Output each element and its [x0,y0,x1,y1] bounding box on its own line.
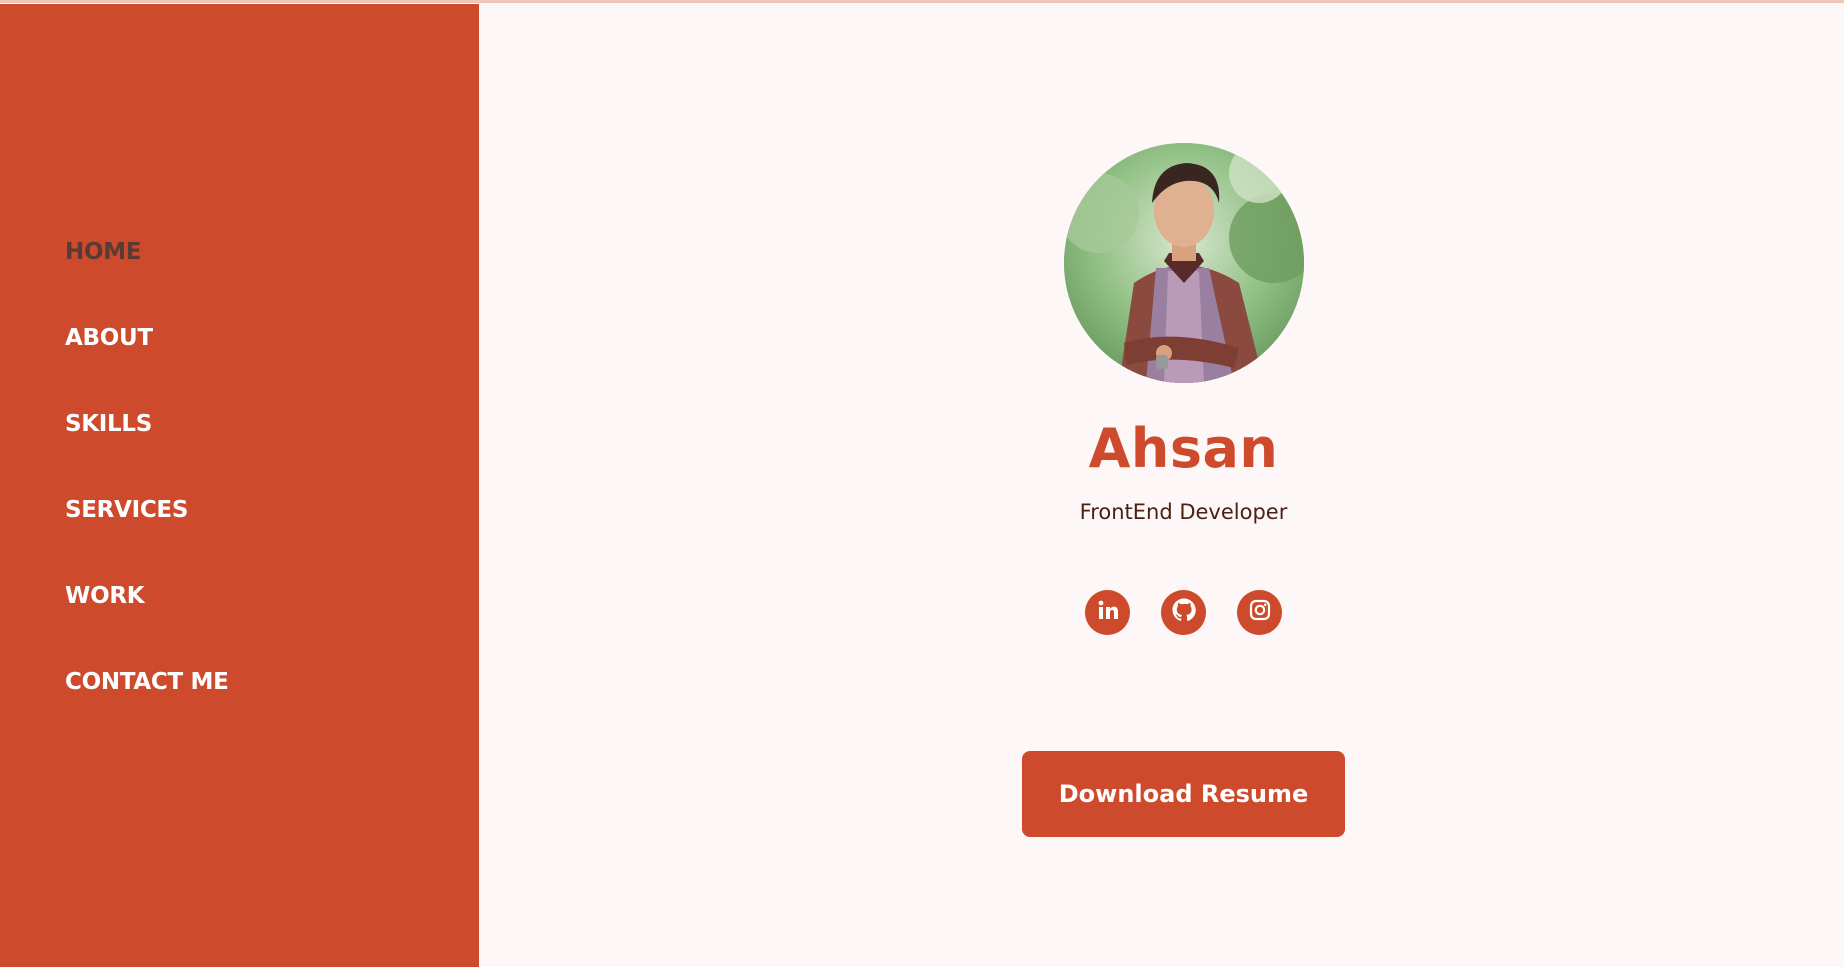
profile-photo [1064,143,1304,383]
sidebar: HOME ABOUT SKILLS SERVICES WORK CONTACT … [0,4,479,967]
nav-item-work[interactable]: WORK [65,581,229,667]
instagram-link[interactable] [1237,590,1282,635]
avatar [1064,143,1304,383]
profile-role: FrontEnd Developer [1079,500,1288,524]
nav-item-contact[interactable]: CONTACT ME [65,667,229,753]
linkedin-icon [1097,599,1119,626]
linkedin-link[interactable] [1085,590,1130,635]
download-resume-button[interactable]: Download Resume [1022,751,1345,837]
nav-item-services[interactable]: SERVICES [65,495,229,581]
nav-item-about[interactable]: ABOUT [65,323,229,409]
main-content: Ahsan FrontEnd Developer Download Resume [479,4,1844,967]
sidebar-nav: HOME ABOUT SKILLS SERVICES WORK CONTACT … [65,237,229,753]
github-icon [1172,598,1196,627]
profile-name: Ahsan [1088,417,1279,480]
top-border [0,0,1844,3]
github-link[interactable] [1161,590,1206,635]
instagram-icon [1249,599,1271,626]
nav-item-home[interactable]: HOME [65,237,229,323]
nav-item-skills[interactable]: SKILLS [65,409,229,495]
